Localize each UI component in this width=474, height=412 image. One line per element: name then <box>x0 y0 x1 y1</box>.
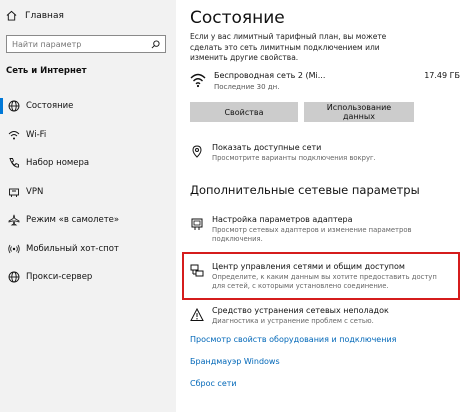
network-pin-icon <box>192 145 202 158</box>
properties-button[interactable]: Свойства <box>190 102 298 122</box>
sidebar-item-dialup[interactable]: Набор номера <box>0 149 176 178</box>
wifi-icon <box>190 73 206 88</box>
sidebar-item-status[interactable]: Состояние <box>0 92 176 121</box>
globe-icon <box>8 271 20 283</box>
troubleshooter-desc: Диагностика и устранение проблем с сетью… <box>212 317 374 325</box>
sharing-center-title: Центр управления сетями и общим доступом <box>212 262 405 271</box>
home-icon <box>6 10 17 21</box>
sidebar-item-label: Прокси-сервер <box>26 272 93 283</box>
network-name: Беспроводная сеть 2 (Mi... <box>214 71 326 80</box>
warning-icon <box>190 308 204 321</box>
hardware-properties-link[interactable]: Просмотр свойств оборудования и подключе… <box>190 335 396 344</box>
network-status: Беспроводная сеть 2 (Mi... Последние 30 … <box>190 70 460 94</box>
sidebar-item-label: VPN <box>26 186 44 197</box>
intro-text: Если у вас лимитный тарифный план, вы мо… <box>190 32 387 62</box>
sidebar-item-label: Режим «в самолете» <box>26 215 120 226</box>
home-label: Главная <box>25 10 64 21</box>
main-content: Состояние Если у вас лимитный тарифный п… <box>176 0 474 412</box>
home-link[interactable]: Главная <box>6 10 64 21</box>
sidebar: Главная Сеть и Интернет Состояние Wi-Fi … <box>0 0 176 412</box>
search-icon[interactable] <box>151 39 160 49</box>
sidebar-nav: Состояние Wi-Fi Набор номера VPN Режим «… <box>0 92 176 292</box>
network-sharing-icon <box>190 264 204 277</box>
troubleshooter-title: Средство устранения сетевых неполадок <box>212 306 389 315</box>
section-title: Сеть и Интернет <box>6 66 87 76</box>
sidebar-item-label: Состояние <box>26 101 74 112</box>
page-title: Состояние <box>190 8 285 28</box>
sidebar-item-hotspot[interactable]: Мобильный хот-спот <box>0 235 176 264</box>
sidebar-item-vpn[interactable]: VPN <box>0 178 176 207</box>
windows-firewall-link[interactable]: Брандмауэр Windows <box>190 357 280 366</box>
wifi-icon <box>8 130 20 139</box>
data-usage-size: 17.49 ГБ <box>424 71 460 80</box>
sidebar-item-label: Мобильный хот-спот <box>26 243 119 254</box>
sharing-center-desc: Определите, к каким данным вы хотите пре… <box>212 273 437 290</box>
show-networks-desc: Просмотрите варианты подключения вокруг. <box>212 154 376 162</box>
sidebar-item-wifi[interactable]: Wi-Fi <box>0 121 176 150</box>
sidebar-item-proxy[interactable]: Прокси-сервер <box>0 263 176 292</box>
phone-icon <box>9 158 19 168</box>
vpn-icon <box>9 188 19 197</box>
globe-icon <box>8 100 20 112</box>
advanced-settings-title: Дополнительные сетевые параметры <box>190 183 420 197</box>
network-period: Последние 30 дн. <box>214 83 280 91</box>
data-usage-button[interactable]: Использование данных <box>304 102 414 122</box>
hotspot-icon <box>8 244 20 253</box>
adapter-settings-title: Настройка параметров адаптера <box>212 215 353 224</box>
search-box[interactable] <box>6 35 166 53</box>
network-reset-link[interactable]: Сброс сети <box>190 379 237 388</box>
sidebar-item-airplane[interactable]: Режим «в самолете» <box>0 206 176 235</box>
sidebar-item-label: Wi-Fi <box>26 129 47 140</box>
airplane-icon <box>8 214 20 226</box>
adapter-settings-desc: Просмотр сетевых адаптеров и изменение п… <box>212 226 412 243</box>
sidebar-item-label: Набор номера <box>26 158 90 169</box>
show-networks-title: Показать доступные сети <box>212 143 322 152</box>
search-input[interactable] <box>12 39 142 49</box>
adapter-icon <box>191 218 203 230</box>
